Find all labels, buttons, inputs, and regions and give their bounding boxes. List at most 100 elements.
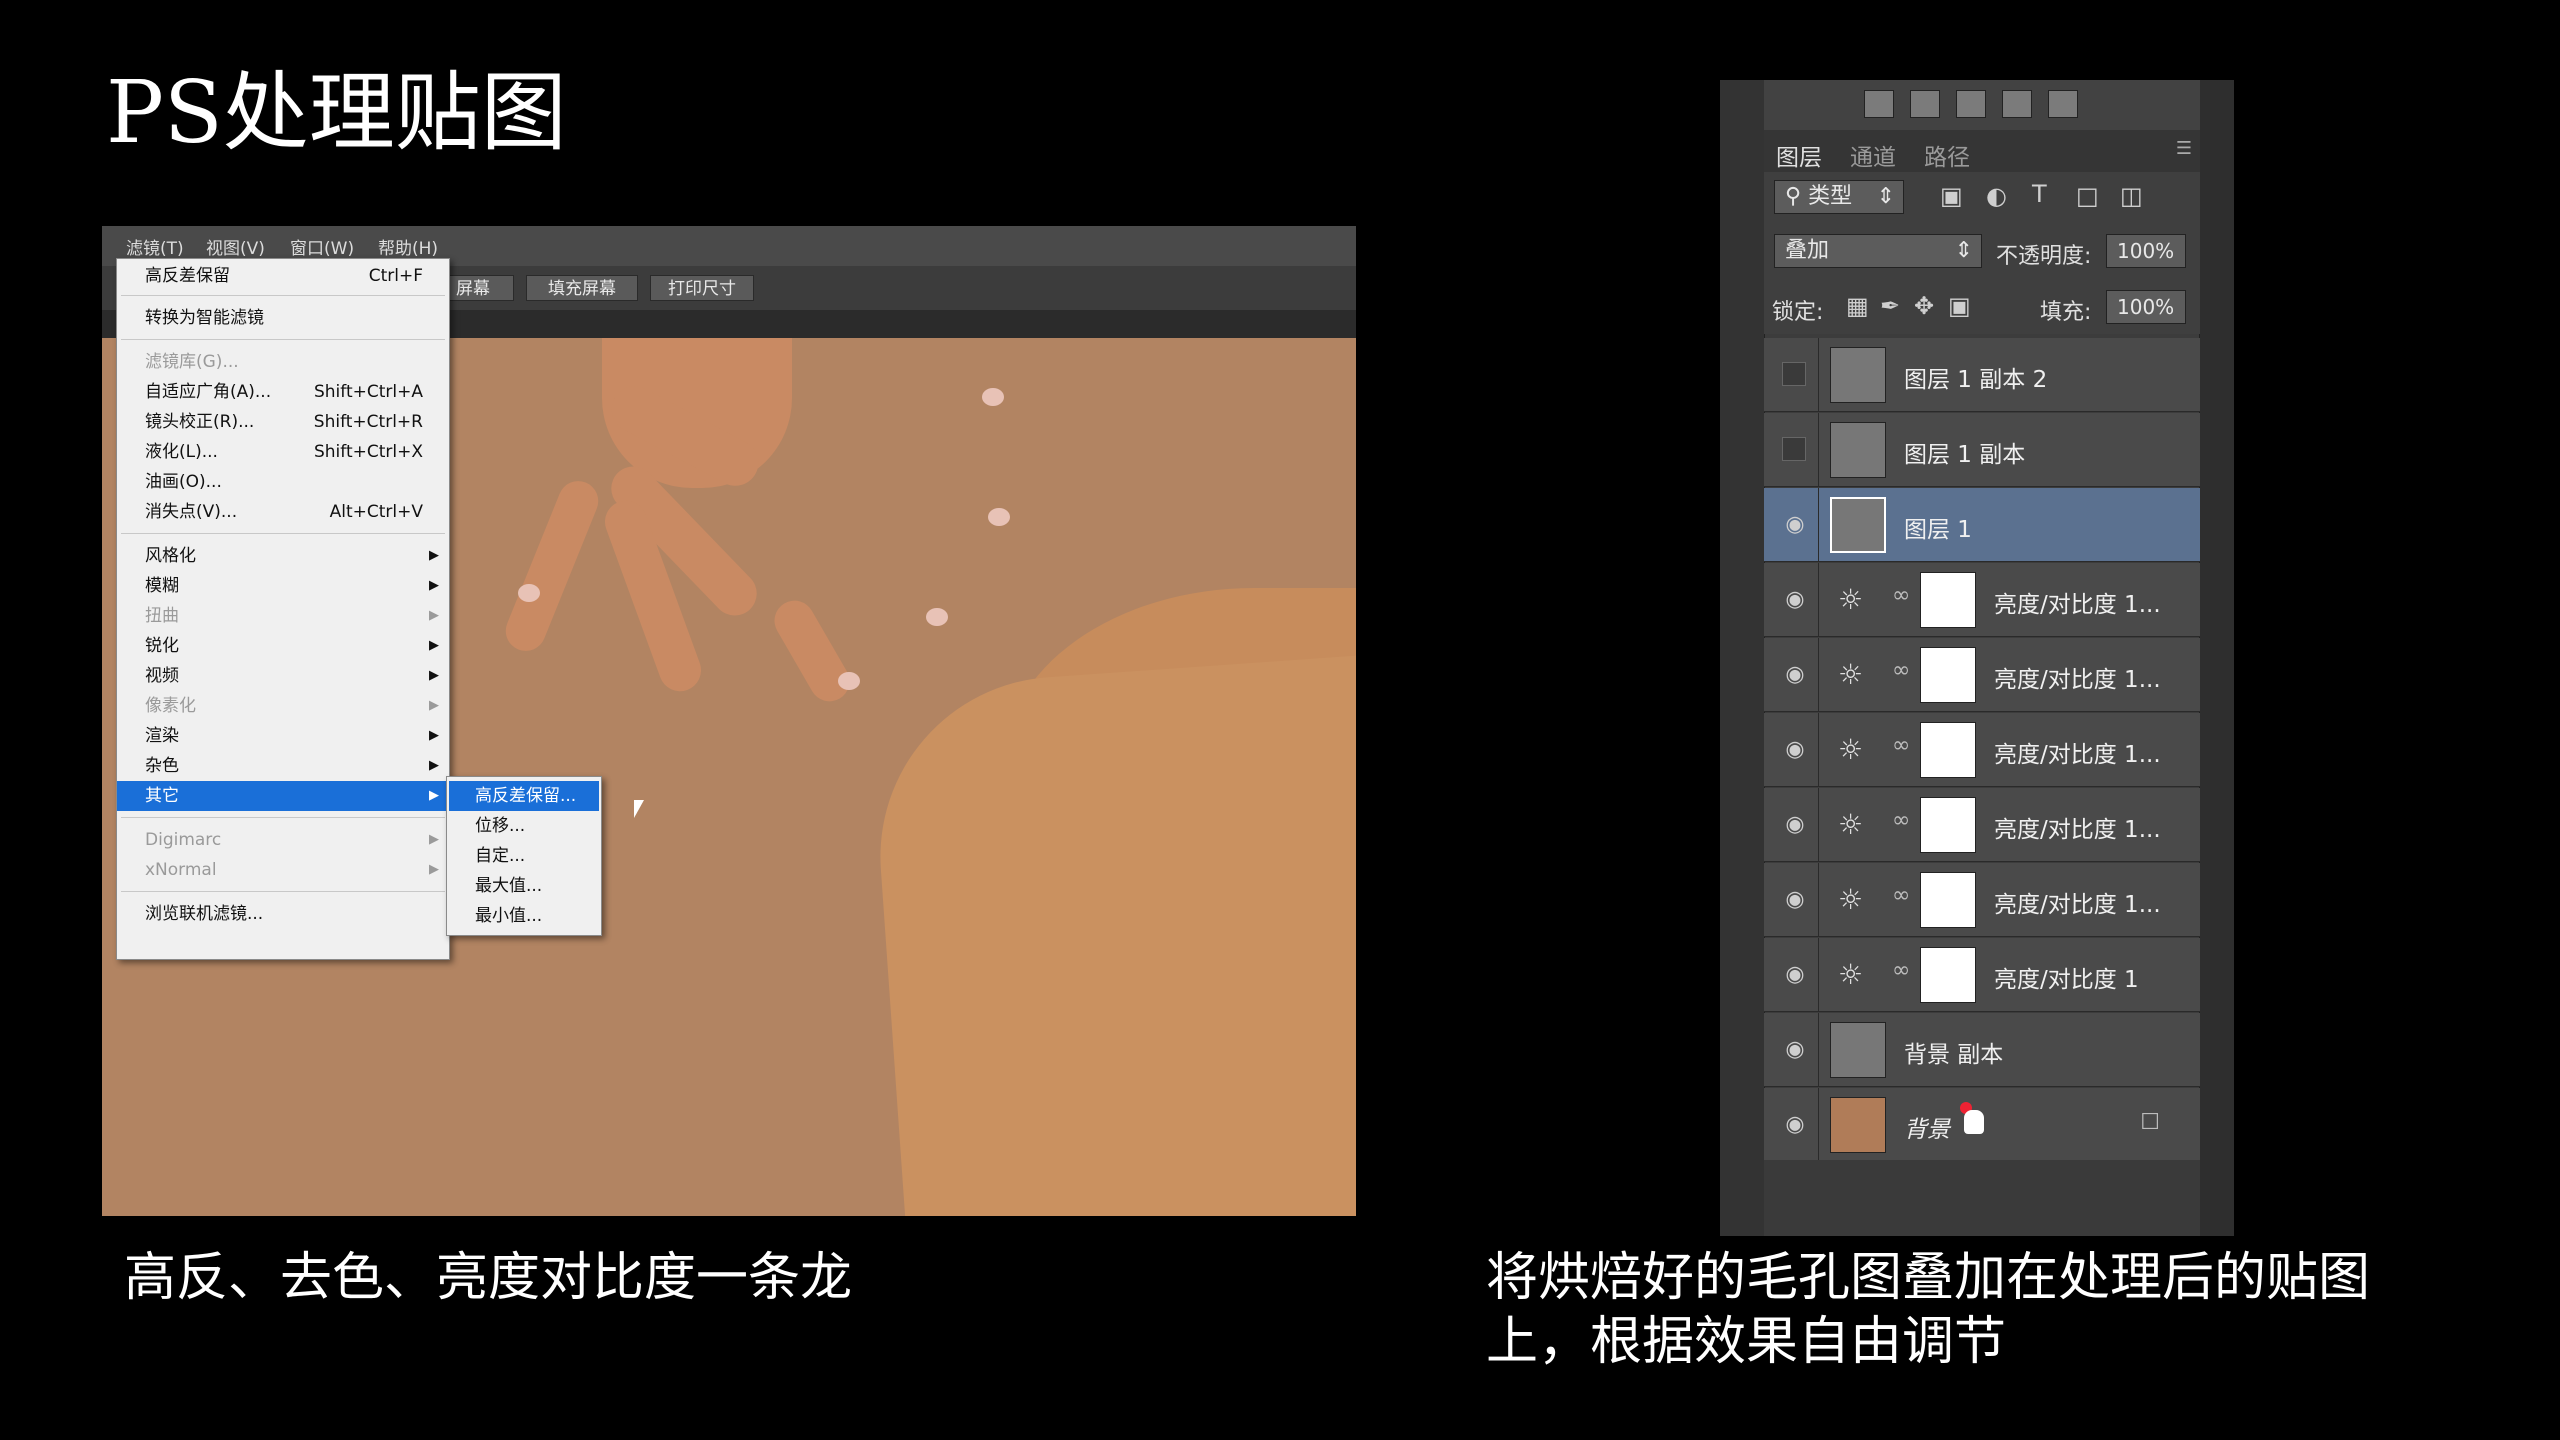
- panel-tool-strip: [1764, 80, 2200, 131]
- eye-icon[interactable]: ◉: [1782, 1112, 1808, 1138]
- submenu-item-maximum[interactable]: 最大值...: [449, 871, 599, 901]
- search-icon: ⚲: [1785, 184, 1802, 209]
- filter-kind-select[interactable]: ⚲ 类型 ⇕: [1774, 180, 1904, 214]
- lock-brush-icon[interactable]: ✒: [1880, 292, 1900, 320]
- eye-icon[interactable]: ◉: [1782, 512, 1808, 538]
- layer-row[interactable]: ◉ ☼ ∞ 亮度/对比度 1...: [1764, 863, 2200, 937]
- submenu-item-offset[interactable]: 位移...: [449, 811, 599, 841]
- tool-icon[interactable]: [1956, 90, 1986, 118]
- menu-item-other[interactable]: 其它 ▶: [117, 781, 449, 811]
- eye-icon[interactable]: ◉: [1782, 737, 1808, 763]
- blend-mode-select[interactable]: 叠加 ⇕: [1774, 234, 1982, 268]
- link-chain-icon[interactable]: ∞: [1892, 658, 1910, 683]
- layer-row[interactable]: ◉ 背景 副本: [1764, 1013, 2200, 1087]
- menu-item-adaptive-wide-angle[interactable]: 自适应广角(A)... Shift+Ctrl+A: [117, 377, 449, 407]
- lock-transparent-icon[interactable]: ▦: [1846, 292, 1869, 320]
- panel-menu-icon[interactable]: ☰: [2176, 138, 2192, 159]
- brightness-contrast-icon: ☼: [1838, 808, 1864, 841]
- layer-row[interactable]: ◉ 背景 ☐: [1764, 1088, 2200, 1162]
- menu-item-stylize[interactable]: 风格化 ▶: [117, 541, 449, 571]
- submenu-item-minimum[interactable]: 最小值...: [449, 901, 599, 931]
- link-chain-icon[interactable]: ∞: [1892, 883, 1910, 908]
- menu-item-oil-paint[interactable]: 油画(O)...: [117, 467, 449, 497]
- menu-item-video[interactable]: 视频 ▶: [117, 661, 449, 691]
- tool-icon[interactable]: [1864, 90, 1894, 118]
- link-chain-icon[interactable]: ∞: [1892, 583, 1910, 608]
- menu-separator: [121, 891, 445, 892]
- menu-item-distort[interactable]: 扭曲 ▶: [117, 601, 449, 631]
- menu-item-blur[interactable]: 模糊 ▶: [117, 571, 449, 601]
- layer-row[interactable]: 图层 1 副本: [1764, 413, 2200, 487]
- menu-item-vanishing-point[interactable]: 消失点(V)... Alt+Ctrl+V: [117, 497, 449, 527]
- layer-name: 亮度/对比度 1: [1994, 967, 2139, 993]
- eye-icon[interactable]: ◉: [1782, 887, 1808, 913]
- eye-icon[interactable]: ◉: [1782, 812, 1808, 838]
- submenu-item-custom[interactable]: 自定...: [449, 841, 599, 871]
- submenu-arrow-icon: ▶: [429, 608, 439, 623]
- layer-thumbnail: [1830, 1022, 1886, 1078]
- layer-row[interactable]: 图层 1 副本 2: [1764, 338, 2200, 412]
- tool-icon[interactable]: [2048, 90, 2078, 118]
- menu-item-pixelate[interactable]: 像素化 ▶: [117, 691, 449, 721]
- menu-item-digimarc[interactable]: Digimarc ▶: [117, 825, 449, 855]
- layer-divider: [1818, 563, 1819, 636]
- tool-icon[interactable]: [2002, 90, 2032, 118]
- tool-icon[interactable]: [1910, 90, 1940, 118]
- layer-row[interactable]: ◉ ☼ ∞ 亮度/对比度 1...: [1764, 713, 2200, 787]
- print-size-button[interactable]: 打印尺寸: [650, 275, 754, 301]
- menu-filter[interactable]: 滤镜(T): [126, 234, 184, 259]
- layer-divider: [1818, 488, 1819, 561]
- panel-scrollbar[interactable]: [2199, 80, 2234, 1236]
- layer-row[interactable]: ◉ ☼ ∞ 亮度/对比度 1...: [1764, 563, 2200, 637]
- filter-adjustment-icon[interactable]: ◐: [1986, 182, 2007, 210]
- layer-row-selected[interactable]: ◉ 图层 1: [1764, 488, 2200, 562]
- fill-input[interactable]: 100%: [2106, 290, 2186, 324]
- layer-row[interactable]: ◉ ☼ ∞ 亮度/对比度 1...: [1764, 638, 2200, 712]
- layer-row[interactable]: ◉ ☼ ∞ 亮度/对比度 1...: [1764, 788, 2200, 862]
- layer-row[interactable]: ◉ ☼ ∞ 亮度/对比度 1: [1764, 938, 2200, 1012]
- layer-thumbnail: [1830, 422, 1886, 478]
- menu-item-sharpen[interactable]: 锐化 ▶: [117, 631, 449, 661]
- tab-channels[interactable]: 通道: [1850, 138, 1896, 172]
- filter-pixel-icon[interactable]: ▣: [1940, 182, 1963, 210]
- eye-icon[interactable]: ◉: [1782, 1037, 1808, 1063]
- fingernail: [838, 672, 860, 690]
- chevron-updown-icon: ⇕: [1954, 238, 1973, 263]
- menu-item-convert-smart-filter[interactable]: 转换为智能滤镜: [117, 303, 449, 333]
- link-chain-icon[interactable]: ∞: [1892, 808, 1910, 833]
- menu-view[interactable]: 视图(V): [206, 234, 265, 259]
- tab-layers[interactable]: 图层: [1776, 138, 1822, 172]
- menu-item-filter-gallery[interactable]: 滤镜库(G)...: [117, 347, 449, 377]
- chevron-updown-icon: ⇕: [1876, 184, 1895, 209]
- menu-item-liquify[interactable]: 液化(L)... Shift+Ctrl+X: [117, 437, 449, 467]
- caption-right: 将烘焙好的毛孔图叠加在处理后的贴图上，根据效果自由调节: [1486, 1248, 2371, 1372]
- tab-paths[interactable]: 路径: [1924, 138, 1970, 172]
- filter-smart-object-icon[interactable]: ◫: [2120, 182, 2143, 210]
- skin-texture-body: [868, 647, 1356, 1216]
- menu-item-last-filter[interactable]: 高反差保留 Ctrl+F: [117, 261, 449, 291]
- eye-icon[interactable]: ◉: [1782, 662, 1808, 688]
- fill-screen-button[interactable]: 填充屏幕: [526, 275, 638, 301]
- eye-icon[interactable]: ◉: [1782, 962, 1808, 988]
- opacity-input[interactable]: 100%: [2106, 234, 2186, 268]
- menu-item-lens-correction[interactable]: 镜头校正(R)... Shift+Ctrl+R: [117, 407, 449, 437]
- brightness-contrast-icon: ☼: [1838, 583, 1864, 616]
- eye-icon[interactable]: ◉: [1782, 587, 1808, 613]
- visibility-toggle[interactable]: [1782, 437, 1806, 461]
- submenu-arrow-icon: ▶: [429, 832, 439, 847]
- link-chain-icon[interactable]: ∞: [1892, 958, 1910, 983]
- lock-move-icon[interactable]: ✥: [1914, 292, 1934, 320]
- filter-type-icon[interactable]: T: [2032, 180, 2047, 208]
- link-chain-icon[interactable]: ∞: [1892, 733, 1910, 758]
- menu-item-browse-online-filters[interactable]: 浏览联机滤镜...: [117, 899, 449, 929]
- menu-window[interactable]: 窗口(W): [290, 234, 354, 259]
- menu-item-render[interactable]: 渲染 ▶: [117, 721, 449, 751]
- slide-title: PS处理贴图: [106, 63, 567, 163]
- visibility-toggle[interactable]: [1782, 362, 1806, 386]
- lock-all-icon[interactable]: ▣: [1948, 292, 1971, 320]
- menu-item-xnormal[interactable]: xNormal ▶: [117, 855, 449, 885]
- menu-item-noise[interactable]: 杂色 ▶: [117, 751, 449, 781]
- filter-shape-icon[interactable]: □: [2076, 182, 2099, 210]
- submenu-item-high-pass[interactable]: 高反差保留...: [449, 781, 599, 811]
- menu-help[interactable]: 帮助(H): [378, 234, 438, 259]
